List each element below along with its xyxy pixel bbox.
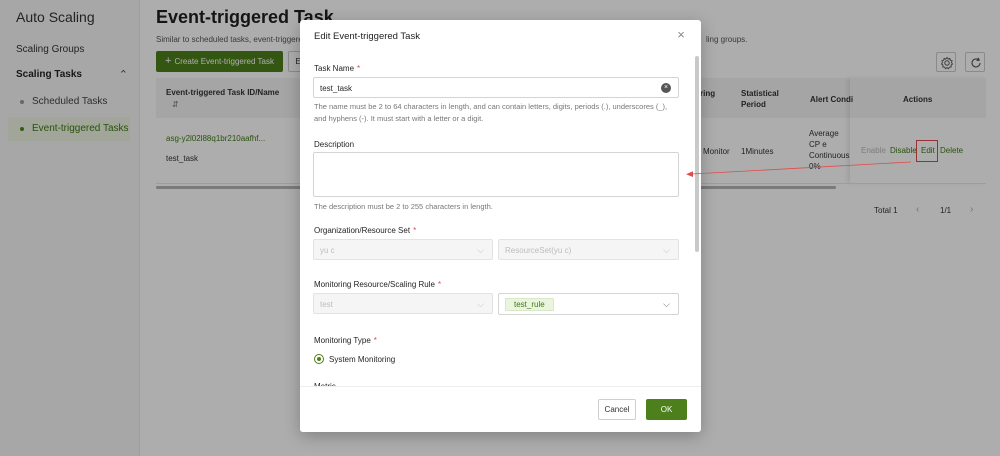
annotation-arrow <box>686 161 912 177</box>
